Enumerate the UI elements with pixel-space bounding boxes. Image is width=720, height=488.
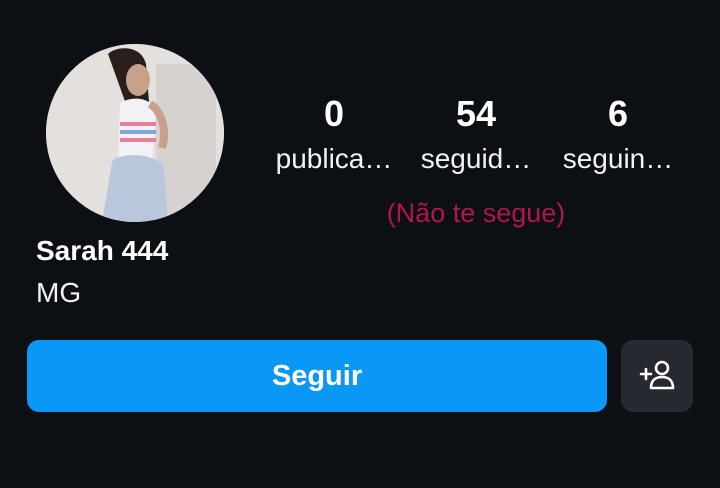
profile-bio: MG <box>36 277 82 308</box>
follow-status-text: (Não te segue) <box>386 198 566 228</box>
followers-count: 54 <box>455 93 497 134</box>
profile-name: Sarah 444 <box>36 235 169 266</box>
follow-button[interactable]: Seguir <box>27 340 607 412</box>
posts-label: publica… <box>275 143 393 174</box>
stat-following[interactable]: 6 seguin… <box>548 92 688 176</box>
suggest-accounts-button[interactable] <box>621 340 693 412</box>
avatar-photo <box>46 44 224 222</box>
followers-label: seguid… <box>420 143 532 174</box>
following-label: seguin… <box>562 143 674 174</box>
stat-posts[interactable]: 0 publica… <box>264 92 404 176</box>
add-person-icon <box>637 354 677 399</box>
profile-avatar[interactable] <box>46 44 224 222</box>
posts-count: 0 <box>323 93 345 134</box>
stat-followers[interactable]: 54 seguid… <box>406 92 546 176</box>
following-count: 6 <box>607 93 629 134</box>
